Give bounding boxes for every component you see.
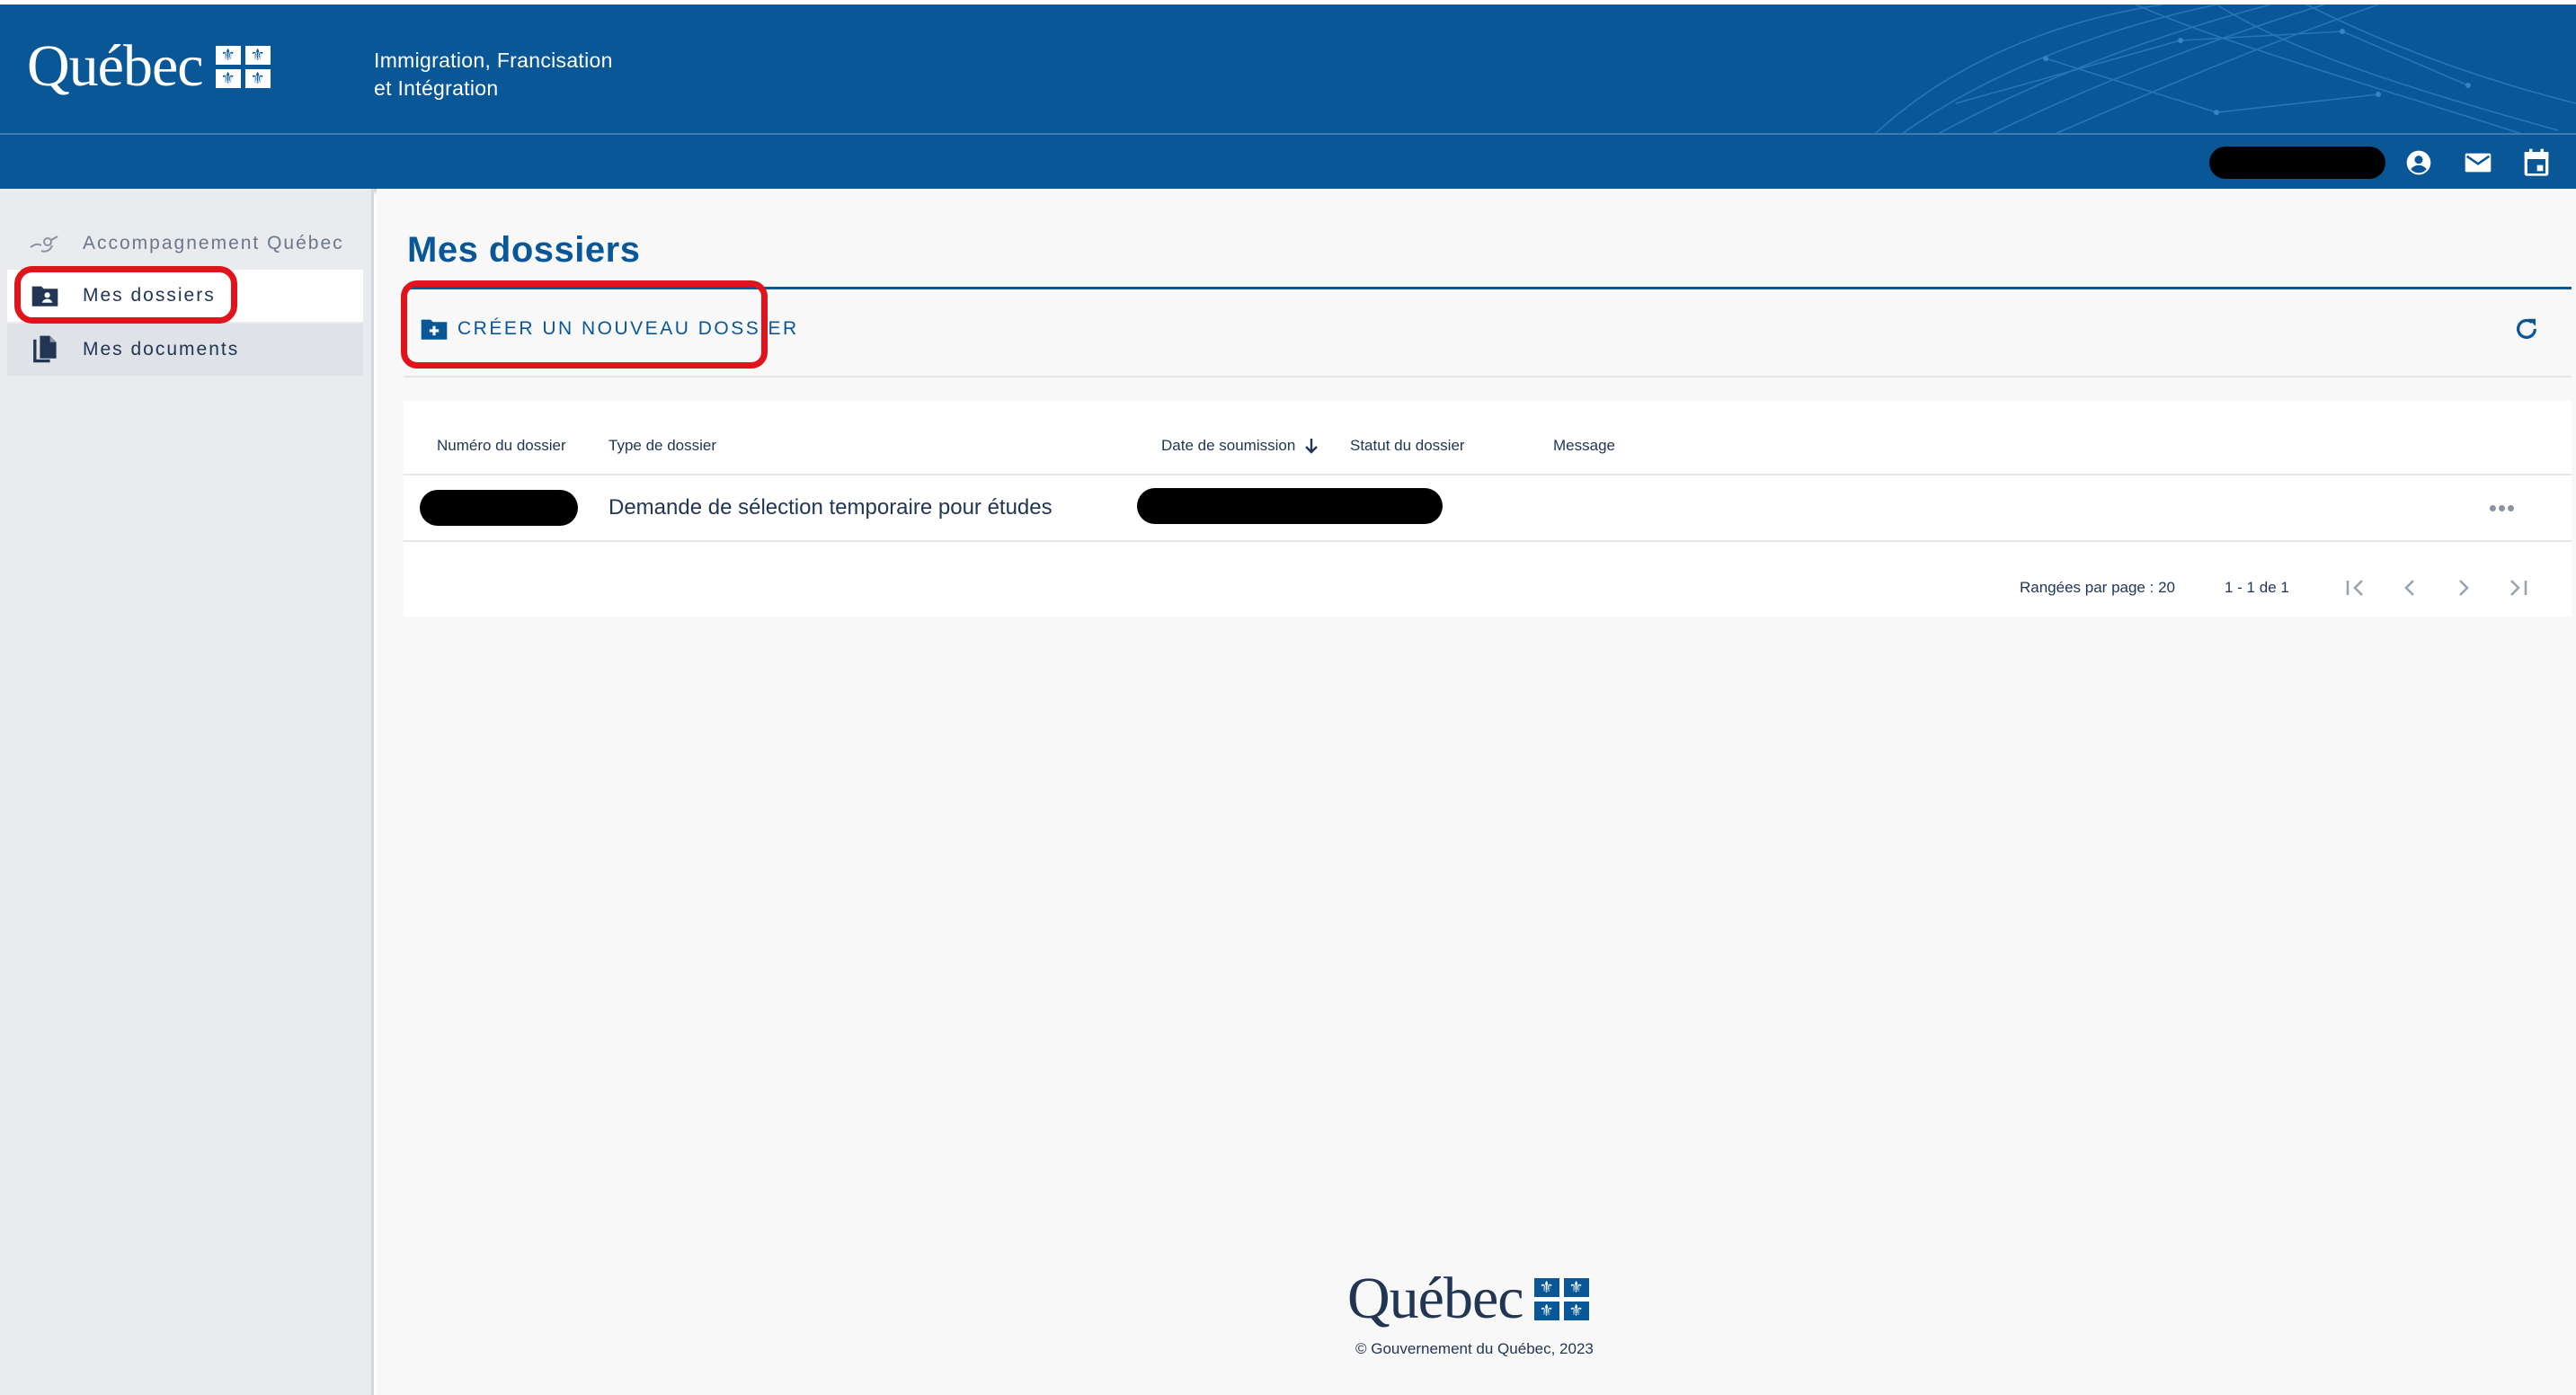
row-rule <box>404 540 2572 542</box>
column-header-numero[interactable]: Numéro du dossier <box>437 437 566 455</box>
quebec-logo[interactable]: Québec ⚜ ⚜ ⚜ ⚜ <box>27 37 271 96</box>
ministry-name: Immigration, Francisation et Intégration <box>374 47 613 102</box>
sidebar-item-accompagnement[interactable]: Accompagnement Québec <box>7 218 363 270</box>
ministry-line-1: Immigration, Francisation <box>374 49 613 72</box>
folder-account-icon <box>29 280 61 312</box>
column-header-date-soumission[interactable]: Date de soumission <box>1161 437 1319 455</box>
sidebar-item-mes-dossiers[interactable]: Mes dossiers <box>7 270 363 322</box>
footer-copyright: © Gouvernement du Québec, 2023 <box>1355 1340 1594 1357</box>
create-button-label: CRÉER UN NOUVEAU DOSSIER <box>457 318 799 339</box>
sidebar-item-label: Mes dossiers <box>83 285 216 306</box>
fleurdelise-flag-icon: ⚜ ⚜ ⚜ ⚜ <box>215 45 271 88</box>
next-page-icon[interactable] <box>2444 568 2483 608</box>
main-content: Mes dossiers CRÉER UN NOUVEAU DOSSIER Nu… <box>377 189 2576 1395</box>
dossiers-table: Numéro du dossier Type de dossier Date d… <box>404 401 2572 617</box>
accompagnement-icon <box>29 227 61 260</box>
more-options-icon[interactable]: ••• <box>2480 490 2525 526</box>
previous-page-icon[interactable] <box>2390 568 2429 608</box>
footer-wordmark: Québec <box>1347 1266 1524 1331</box>
section-separator <box>404 376 2572 378</box>
column-header-label: Date de soumission <box>1161 437 1296 454</box>
logo-wordmark: Québec <box>27 33 204 99</box>
site-header: Québec ⚜ ⚜ ⚜ ⚜ Immigration, Francisation et… <box>0 4 2576 134</box>
redacted-dossier-number <box>420 490 578 526</box>
create-new-dossier-button[interactable]: CRÉER UN NOUVEAU DOSSIER <box>420 307 799 351</box>
account-circle-icon[interactable] <box>2403 147 2434 178</box>
page-title: Mes dossiers <box>407 230 641 270</box>
folder-plus-icon <box>421 319 448 340</box>
column-header-statut[interactable]: Statut du dossier <box>1350 437 1465 455</box>
user-toolbar <box>0 135 2576 189</box>
footer-fleurdelise-flag-icon: ⚜ ⚜ ⚜ ⚜ <box>1533 1277 1589 1320</box>
ministry-line-2: et Intégration <box>374 76 499 100</box>
column-header-type[interactable]: Type de dossier <box>608 437 716 455</box>
redacted-user-name[interactable] <box>2209 147 2385 179</box>
mail-icon[interactable] <box>2463 147 2493 178</box>
rows-per-page[interactable]: Rangées par page : 20 <box>2020 579 2175 597</box>
sidebar-item-label: Accompagnement Québec <box>83 233 344 253</box>
rows-per-page-value: 20 <box>2158 579 2175 596</box>
sidebar-item-label: Mes documents <box>83 339 240 360</box>
sort-arrow-down-icon <box>1305 439 1319 454</box>
refresh-icon[interactable] <box>2507 309 2546 349</box>
table-row[interactable]: Demande de sélection temporaire pour étu… <box>404 475 2572 540</box>
cell-type-dossier: Demande de sélection temporaire pour étu… <box>608 495 1053 520</box>
rows-per-page-label: Rangées par page : <box>2020 579 2154 596</box>
redacted-submission-date <box>1137 488 1443 524</box>
pagination-range: 1 - 1 de 1 <box>2225 579 2289 596</box>
footer-quebec-logo: Québec ⚜ ⚜ ⚜ ⚜ <box>1347 1269 1589 1328</box>
documents-icon <box>29 333 61 366</box>
column-header-message[interactable]: Message <box>1553 437 1615 455</box>
first-page-icon[interactable] <box>2336 568 2376 608</box>
last-page-icon[interactable] <box>2498 568 2537 608</box>
calendar-icon[interactable] <box>2521 147 2552 178</box>
sidebar-item-mes-documents[interactable]: Mes documents <box>7 324 363 376</box>
title-rule <box>404 287 2572 289</box>
globe-decoration <box>1874 4 2576 134</box>
sidebar: Accompagnement Québec Mes dossiers Mes d… <box>0 189 374 1395</box>
